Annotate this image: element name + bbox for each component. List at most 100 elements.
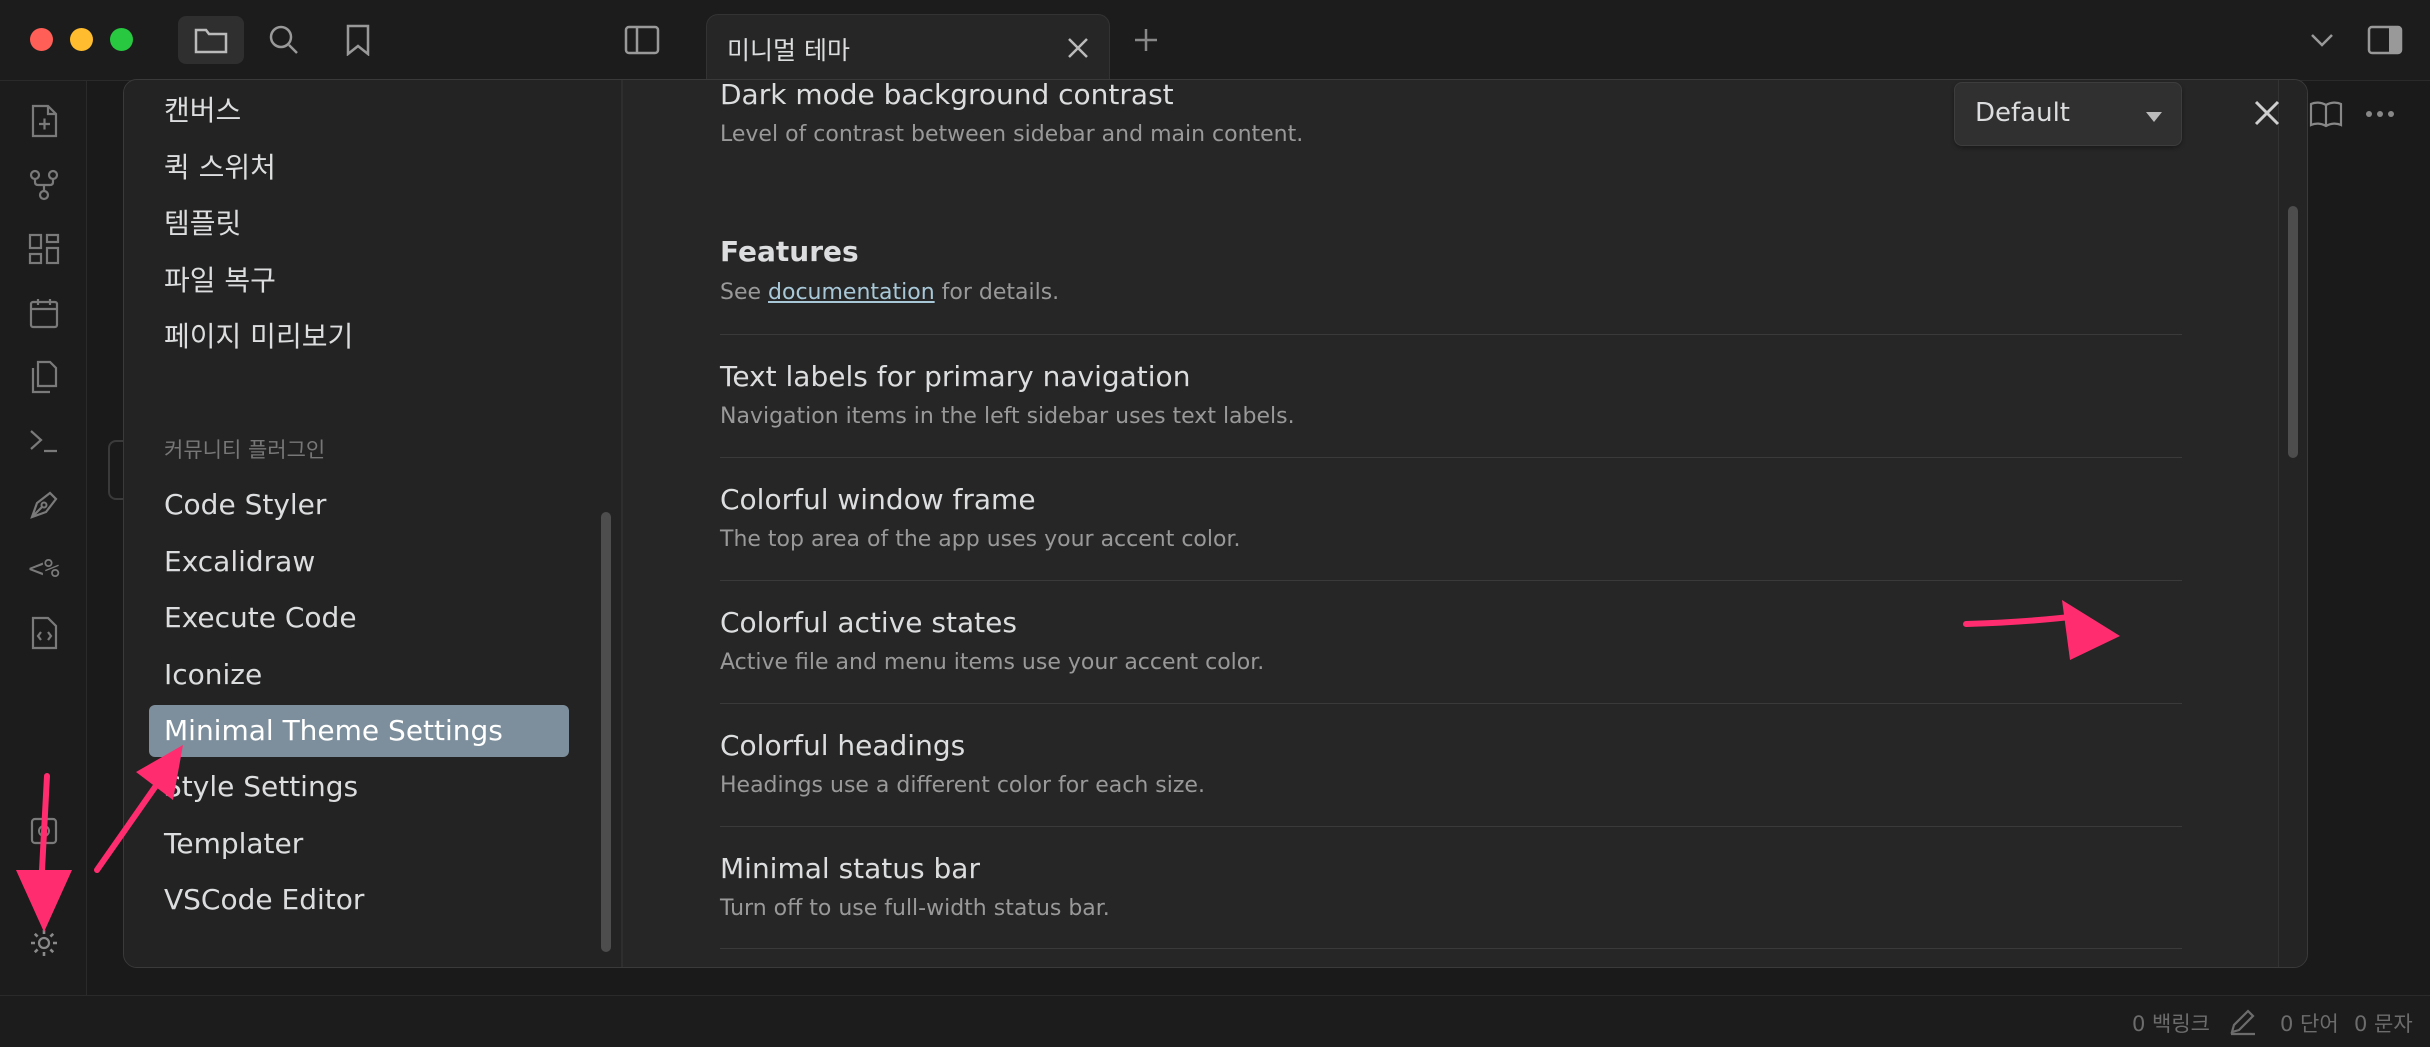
divider bbox=[720, 703, 2182, 704]
zoom-window-button[interactable] bbox=[110, 28, 133, 51]
nav-item-minimal-theme-settings[interactable]: Minimal Theme Settings bbox=[164, 705, 503, 757]
nav-item-templater[interactable]: Templater bbox=[164, 818, 303, 870]
settings-modal: 캔버스 퀵 스위처 템플릿 파일 복구 페이지 미리보기 커뮤니티 플러그인 C… bbox=[123, 79, 2308, 968]
edit-mode-button[interactable] bbox=[2228, 1006, 2258, 1036]
command-palette-button[interactable] bbox=[24, 421, 64, 461]
nav-item-templates[interactable]: 템플릿 bbox=[164, 198, 241, 250]
dropdown-caret-icon bbox=[2145, 108, 2163, 127]
divider bbox=[720, 580, 2182, 581]
vscode-editor-button[interactable] bbox=[24, 613, 64, 653]
gear-icon bbox=[31, 930, 57, 956]
file-code-icon bbox=[31, 616, 58, 650]
divider bbox=[720, 334, 2182, 335]
features-desc: See documentation for details. bbox=[720, 280, 1059, 305]
minimize-window-button[interactable] bbox=[70, 28, 93, 51]
toggle-left-sidebar-button[interactable] bbox=[622, 20, 662, 60]
nav-item-canvas[interactable]: 캔버스 bbox=[164, 85, 241, 137]
nav-item-execute-code[interactable]: Execute Code bbox=[164, 592, 357, 644]
tab-list-button[interactable] bbox=[2302, 20, 2342, 60]
nav-item-vscode-editor[interactable]: VSCode Editor bbox=[164, 874, 364, 926]
sidebar-left-icon bbox=[624, 25, 660, 55]
settings-sidebar: 캔버스 퀵 스위처 템플릿 파일 복구 페이지 미리보기 커뮤니티 플러그인 C… bbox=[124, 80, 623, 967]
file-plus-icon bbox=[31, 104, 58, 138]
git-fork-icon bbox=[29, 169, 59, 201]
pen-tool-icon bbox=[30, 491, 58, 519]
reading-view-button[interactable] bbox=[2306, 96, 2346, 132]
tab-minimal-theme[interactable]: 미니멀 테마 bbox=[706, 14, 1110, 81]
nav-item-quick-switcher[interactable]: 퀵 스위처 bbox=[164, 142, 276, 194]
pencil-icon bbox=[2230, 1009, 2255, 1036]
vault-switcher-button[interactable] bbox=[24, 811, 64, 851]
divider bbox=[720, 948, 2182, 949]
setting-name: Colorful active states bbox=[720, 606, 1017, 639]
search-icon bbox=[269, 25, 298, 54]
setting-desc: Headings use a different color for each … bbox=[720, 773, 1205, 798]
sidebar-scrollbar[interactable] bbox=[601, 512, 611, 952]
community-plugins-heading: 커뮤니티 플러그인 bbox=[164, 438, 326, 462]
setting-name: Colorful headings bbox=[720, 729, 966, 762]
more-horizontal-icon bbox=[2366, 111, 2394, 117]
files-icon bbox=[31, 360, 58, 394]
nav-item-file-recovery[interactable]: 파일 복구 bbox=[164, 255, 276, 307]
setting-name: Colorful window frame bbox=[720, 483, 1036, 516]
dark-contrast-desc: Level of contrast between sidebar and ma… bbox=[720, 122, 1304, 147]
setting-desc: Navigation items in the left sidebar use… bbox=[720, 404, 1295, 429]
background-editor-edge bbox=[108, 440, 124, 500]
dark-contrast-select[interactable]: Default bbox=[1954, 82, 2182, 146]
nav-item-code-styler[interactable]: Code Styler bbox=[164, 479, 326, 531]
plus-icon bbox=[1135, 29, 1157, 51]
new-tab-button[interactable] bbox=[1126, 20, 1166, 60]
close-window-button[interactable] bbox=[30, 28, 53, 51]
toggle-right-sidebar-button[interactable] bbox=[2364, 20, 2406, 60]
setting-desc: Active file and menu items use your acce… bbox=[720, 650, 1265, 675]
templater-button[interactable]: <% bbox=[24, 549, 64, 589]
folder-icon bbox=[194, 28, 228, 54]
layout-dashboard-icon bbox=[28, 233, 60, 265]
terminal-icon bbox=[30, 430, 57, 453]
divider bbox=[720, 826, 2182, 827]
dark-contrast-name: Dark mode background contrast bbox=[720, 79, 1174, 111]
nav-item-excalidraw[interactable]: Excalidraw bbox=[164, 536, 315, 588]
search-button[interactable] bbox=[264, 20, 304, 60]
close-tab-button[interactable] bbox=[1063, 33, 1093, 63]
new-note-button[interactable] bbox=[24, 101, 64, 141]
book-open-icon bbox=[2309, 101, 2343, 128]
settings-content: Dark mode background contrast Level of c… bbox=[621, 80, 2307, 967]
settings-button[interactable] bbox=[24, 923, 64, 963]
file-explorer-button[interactable] bbox=[178, 16, 244, 64]
bookmark-icon bbox=[346, 24, 370, 56]
status-bar: 0 백링크 0 단어 0 문자 bbox=[0, 995, 2430, 1047]
char-count: 0 문자 bbox=[2354, 1012, 2413, 1036]
left-ribbon: <% bbox=[0, 81, 87, 995]
graph-view-button[interactable] bbox=[24, 165, 64, 205]
tab-title: 미니멀 테마 bbox=[727, 36, 850, 65]
setting-desc: The top area of the app uses your accent… bbox=[720, 527, 1241, 552]
divider bbox=[720, 457, 2182, 458]
features-heading: Features bbox=[720, 235, 859, 268]
vault-icon bbox=[30, 817, 58, 845]
chevron-down-icon bbox=[2311, 34, 2333, 47]
canvas-button[interactable] bbox=[24, 229, 64, 269]
daily-note-button[interactable] bbox=[24, 293, 64, 333]
nav-item-page-preview[interactable]: 페이지 미리보기 bbox=[164, 311, 353, 363]
setting-name: Text labels for primary navigation bbox=[720, 360, 1191, 393]
setting-desc: Turn off to use full-width status bar. bbox=[720, 896, 1110, 921]
dark-contrast-value: Default bbox=[1975, 98, 2070, 128]
nav-item-iconize[interactable]: Iconize bbox=[164, 649, 262, 701]
bookmarks-button[interactable] bbox=[338, 20, 378, 60]
close-settings-button[interactable] bbox=[2250, 96, 2284, 130]
more-options-button[interactable] bbox=[2360, 96, 2400, 132]
setting-name: Minimal status bar bbox=[720, 852, 980, 885]
excalidraw-button[interactable] bbox=[24, 485, 64, 525]
nav-item-style-settings[interactable]: Style Settings bbox=[164, 761, 358, 813]
features-desc-suffix: for details. bbox=[934, 280, 1060, 305]
documentation-link[interactable]: documentation bbox=[768, 280, 935, 305]
calendar-icon bbox=[29, 299, 59, 329]
templater-icon: <% bbox=[28, 554, 60, 584]
sidebar-right-icon bbox=[2367, 25, 2403, 55]
close-icon bbox=[1068, 38, 1088, 58]
word-count: 0 단어 bbox=[2280, 1012, 2339, 1036]
backlinks-count: 0 백링크 bbox=[2132, 1012, 2210, 1036]
content-scrollbar[interactable] bbox=[2288, 206, 2298, 458]
templates-button[interactable] bbox=[24, 357, 64, 397]
